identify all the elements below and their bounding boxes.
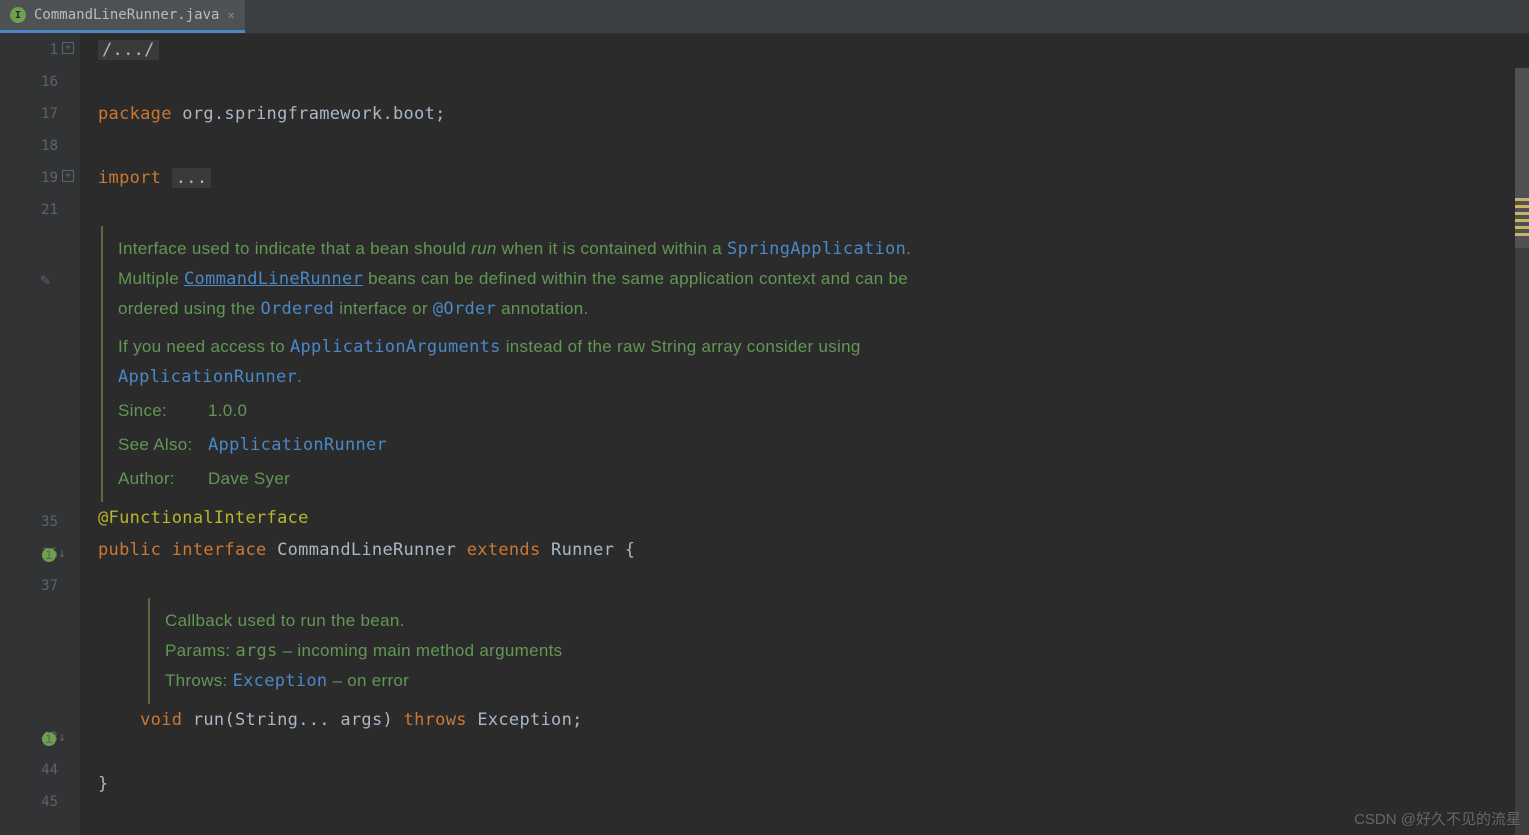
doc-link[interactable]: ApplicationRunner [208,430,387,460]
tab-bar: I CommandLineRunner.java ✕ [0,0,1529,34]
package-name: org.springframework.boot [182,104,435,124]
scrollbar[interactable] [1515,68,1529,835]
doc-author-value: Dave Syer [208,464,290,494]
type-name: Runner [551,540,625,560]
close-icon[interactable]: ✕ [227,8,234,22]
exception-type: Exception [477,710,572,730]
doc-throws-label: Throws: [165,671,228,690]
edit-icon[interactable]: ✎ [40,270,50,289]
doc-link[interactable]: CommandLineRunner [184,269,363,289]
line-number: 45 [0,786,58,818]
override-icon[interactable]: i [42,732,56,746]
fold-icon[interactable]: + [62,42,74,54]
keyword: interface [172,540,277,560]
line-number: 21 [0,194,58,226]
tab-filename: CommandLineRunner.java [34,7,219,23]
doc-since-label: Since: [118,396,208,426]
folded-block[interactable]: /.../ [98,40,159,60]
override-icon[interactable]: i [42,548,56,562]
line-number: 17 [0,98,58,130]
javadoc-method: Callback used to run the bean. Params: a… [148,598,1529,704]
doc-link[interactable]: SpringApplication [727,239,906,259]
method-name: run [193,710,225,730]
javadoc-class: Interface used to indicate that a bean s… [101,226,1529,502]
keyword: package [98,104,182,124]
annotation: @FunctionalInterface [98,508,309,528]
scroll-markers [1515,198,1529,240]
doc-params-label: Params: [165,641,230,660]
keyword: throws [404,710,478,730]
type-name: CommandLineRunner [277,540,467,560]
param-type: String [235,710,298,730]
fold-icon[interactable]: + [62,170,74,182]
interface-icon: I [10,7,26,23]
folded-imports[interactable]: ... [172,168,212,188]
impl-down-icon[interactable]: ↓ [58,538,66,570]
line-number: 44 [0,754,58,786]
keyword: void [140,710,193,730]
doc-link[interactable]: ApplicationArguments [290,337,501,357]
doc-link[interactable]: ApplicationRunner [118,367,297,387]
keyword: public [98,540,172,560]
line-number: 18 [0,130,58,162]
line-number: 16 [0,66,58,98]
doc-seealso-label: See Also: [118,430,208,460]
doc-link[interactable]: @Order [433,299,496,319]
keyword: extends [467,540,551,560]
doc-link[interactable]: Ordered [260,299,334,319]
keyword: import [98,168,172,188]
gutter: 1+ 16 17 18 19+ 21 ✎ 35 36 i ↓ 37 43 i ↓… [0,34,80,835]
line-number: 37 [0,570,58,602]
doc-author-label: Author: [118,464,208,494]
doc-link[interactable]: Exception [233,671,328,691]
line-number: 19 [41,170,58,186]
code-editor[interactable]: 1+ 16 17 18 19+ 21 ✎ 35 36 i ↓ 37 43 i ↓… [0,34,1529,835]
line-number: 35 [0,506,58,538]
impl-down-icon[interactable]: ↓ [58,722,66,754]
doc-since-value: 1.0.0 [208,396,247,426]
editor-tab[interactable]: I CommandLineRunner.java ✕ [0,0,245,33]
watermark: CSDN @好久不见的流星 [1354,808,1521,829]
code-area[interactable]: /.../ package org.springframework.boot; … [80,34,1529,835]
line-number: 1 [50,42,58,58]
